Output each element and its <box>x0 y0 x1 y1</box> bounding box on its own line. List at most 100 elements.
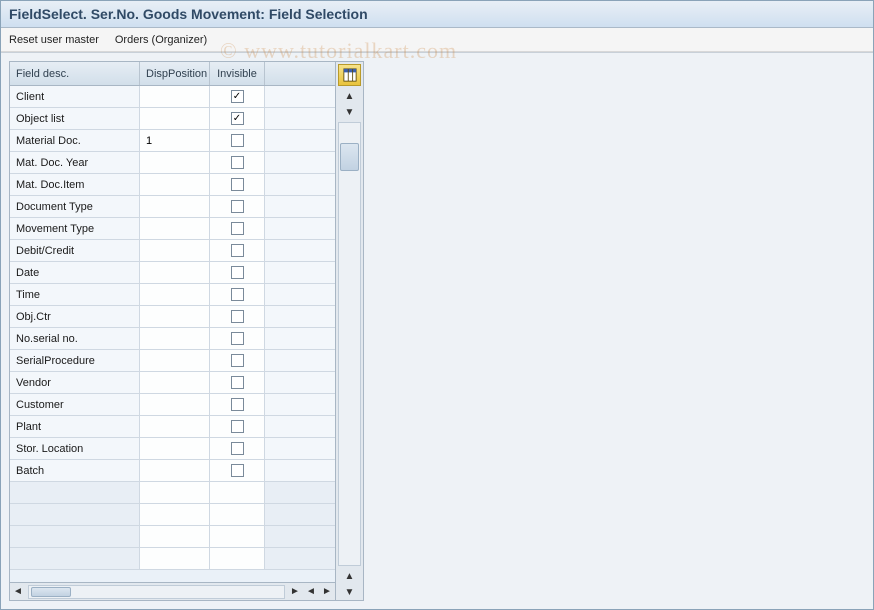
disp-position-cell[interactable] <box>140 460 210 481</box>
disp-position-input[interactable] <box>146 245 203 257</box>
scroll-h-thumb[interactable] <box>31 587 71 597</box>
disp-position-cell[interactable] <box>140 130 210 151</box>
table-row[interactable]: Document Type <box>10 196 335 218</box>
invisible-cell[interactable] <box>210 328 265 349</box>
table-row[interactable]: Time <box>10 284 335 306</box>
table-row[interactable]: Batch <box>10 460 335 482</box>
scroll-h-track[interactable] <box>28 585 285 599</box>
invisible-cell[interactable] <box>210 196 265 217</box>
column-header-disp-position[interactable]: DispPosition <box>140 62 210 85</box>
table-row[interactable]: Plant <box>10 416 335 438</box>
scroll-left-end-icon[interactable]: ◄ <box>303 584 319 600</box>
table-row[interactable]: Date <box>10 262 335 284</box>
invisible-cell[interactable] <box>210 284 265 305</box>
disp-position-input[interactable] <box>146 421 203 433</box>
disp-position-cell[interactable] <box>140 108 210 129</box>
invisible-cell[interactable] <box>210 372 265 393</box>
disp-position-input[interactable] <box>146 333 203 345</box>
invisible-checkbox[interactable] <box>231 398 244 411</box>
table-row[interactable]: Obj.Ctr <box>10 306 335 328</box>
orders-organizer-link[interactable]: Orders (Organizer) <box>115 34 207 46</box>
invisible-cell[interactable]: ✓ <box>210 86 265 107</box>
disp-position-cell[interactable] <box>140 86 210 107</box>
scroll-v-track[interactable] <box>338 122 361 566</box>
disp-position-cell[interactable] <box>140 218 210 239</box>
invisible-checkbox[interactable] <box>231 376 244 389</box>
invisible-cell[interactable]: ✓ <box>210 108 265 129</box>
invisible-checkbox[interactable] <box>231 420 244 433</box>
invisible-cell[interactable] <box>210 174 265 195</box>
invisible-checkbox[interactable] <box>231 244 244 257</box>
invisible-checkbox[interactable] <box>231 464 244 477</box>
table-row[interactable]: Debit/Credit <box>10 240 335 262</box>
invisible-cell[interactable] <box>210 218 265 239</box>
table-row[interactable]: Movement Type <box>10 218 335 240</box>
invisible-cell[interactable] <box>210 350 265 371</box>
invisible-checkbox[interactable] <box>231 288 244 301</box>
disp-position-cell[interactable] <box>140 284 210 305</box>
disp-position-cell[interactable] <box>140 196 210 217</box>
disp-position-cell[interactable] <box>140 394 210 415</box>
invisible-cell[interactable] <box>210 152 265 173</box>
scroll-up-end-icon[interactable]: ▲ <box>336 568 363 584</box>
table-row[interactable]: Customer <box>10 394 335 416</box>
disp-position-input[interactable] <box>146 311 203 323</box>
table-row[interactable]: No.serial no. <box>10 328 335 350</box>
invisible-checkbox[interactable] <box>231 178 244 191</box>
scroll-v-thumb[interactable] <box>340 143 359 171</box>
invisible-cell[interactable] <box>210 130 265 151</box>
disp-position-cell[interactable] <box>140 416 210 437</box>
invisible-cell[interactable] <box>210 416 265 437</box>
invisible-cell[interactable] <box>210 262 265 283</box>
disp-position-cell[interactable] <box>140 240 210 261</box>
scroll-down-small-icon[interactable]: ▼ <box>336 104 363 120</box>
disp-position-cell[interactable] <box>140 372 210 393</box>
disp-position-input[interactable] <box>146 377 203 389</box>
configure-columns-button[interactable] <box>338 64 361 86</box>
scroll-down-icon[interactable]: ▼ <box>336 584 363 600</box>
invisible-checkbox[interactable] <box>231 134 244 147</box>
table-row[interactable]: Stor. Location <box>10 438 335 460</box>
invisible-checkbox[interactable]: ✓ <box>231 90 244 103</box>
table-row[interactable]: Client✓ <box>10 86 335 108</box>
column-header-field-desc[interactable]: Field desc. <box>10 62 140 85</box>
disp-position-cell[interactable] <box>140 174 210 195</box>
scroll-right-end-icon[interactable]: ► <box>319 584 335 600</box>
disp-position-cell[interactable] <box>140 350 210 371</box>
disp-position-input[interactable] <box>146 223 203 235</box>
disp-position-cell[interactable] <box>140 438 210 459</box>
disp-position-cell[interactable] <box>140 306 210 327</box>
scroll-right-icon[interactable]: ► <box>287 584 303 600</box>
disp-position-input[interactable] <box>146 135 203 147</box>
table-row[interactable]: Mat. Doc. Year <box>10 152 335 174</box>
table-row[interactable]: Material Doc. <box>10 130 335 152</box>
invisible-cell[interactable] <box>210 438 265 459</box>
disp-position-input[interactable] <box>146 399 203 411</box>
invisible-cell[interactable] <box>210 240 265 261</box>
table-row[interactable]: Vendor <box>10 372 335 394</box>
invisible-checkbox[interactable] <box>231 200 244 213</box>
disp-position-input[interactable] <box>146 201 203 213</box>
disp-position-input[interactable] <box>146 91 203 103</box>
disp-position-input[interactable] <box>146 157 203 169</box>
invisible-cell[interactable] <box>210 394 265 415</box>
invisible-checkbox[interactable] <box>231 310 244 323</box>
invisible-cell[interactable] <box>210 460 265 481</box>
invisible-checkbox[interactable] <box>231 156 244 169</box>
invisible-checkbox[interactable] <box>231 266 244 279</box>
horizontal-scrollbar[interactable]: ◄ ► ◄ ► <box>10 582 335 600</box>
invisible-checkbox[interactable] <box>231 442 244 455</box>
column-header-invisible[interactable]: Invisible <box>210 62 265 85</box>
disp-position-input[interactable] <box>146 289 203 301</box>
invisible-checkbox[interactable] <box>231 354 244 367</box>
reset-user-master-link[interactable]: Reset user master <box>9 34 99 46</box>
table-row[interactable]: SerialProcedure <box>10 350 335 372</box>
invisible-checkbox[interactable]: ✓ <box>231 112 244 125</box>
invisible-checkbox[interactable] <box>231 222 244 235</box>
disp-position-input[interactable] <box>146 113 203 125</box>
scroll-up-icon[interactable]: ▲ <box>336 88 363 104</box>
disp-position-input[interactable] <box>146 443 203 455</box>
disp-position-input[interactable] <box>146 465 203 477</box>
disp-position-input[interactable] <box>146 267 203 279</box>
scroll-left-icon[interactable]: ◄ <box>10 584 26 600</box>
